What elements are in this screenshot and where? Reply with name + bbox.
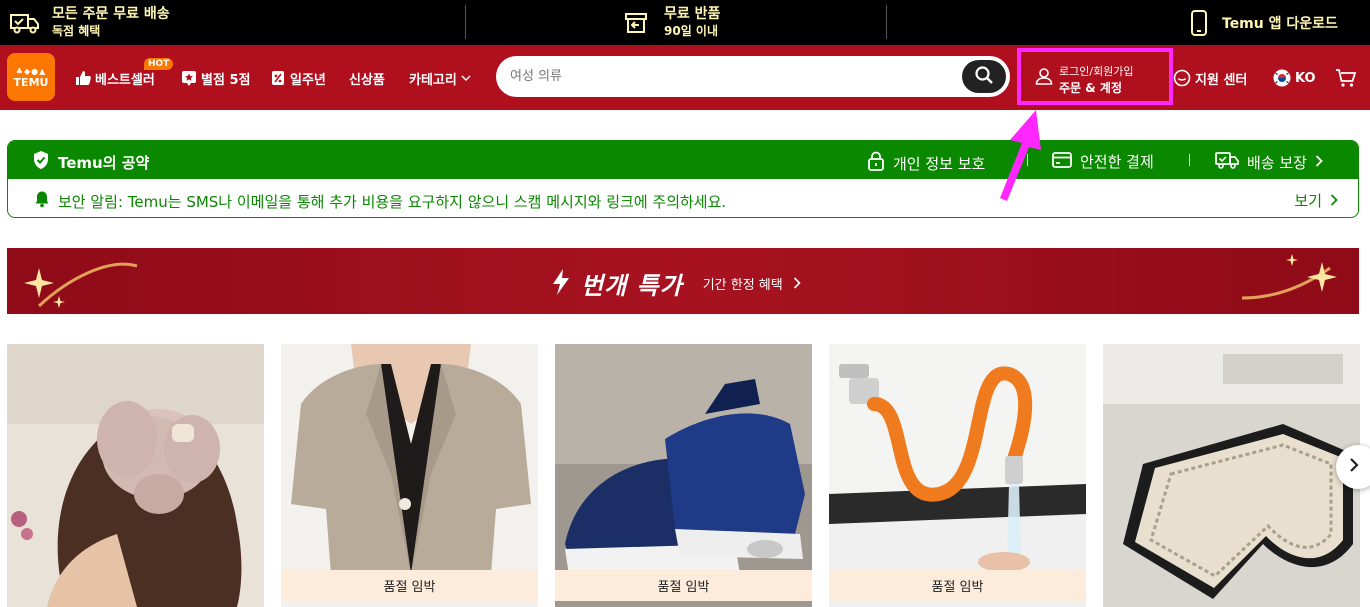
free-returns-title: 무료 반품 xyxy=(664,5,721,22)
search-bar xyxy=(496,56,1010,97)
chevron-right-icon xyxy=(1315,153,1323,171)
lock-icon xyxy=(867,151,885,175)
product-card-blazer[interactable]: 품절 임박 xyxy=(281,344,538,607)
nav-five-star[interactable]: 별점 5점 xyxy=(181,68,250,88)
temu-pledge-banner: Temu의 공약 개인 정보 보호 안전한 결제 배송 보장 보안 알림: Te… xyxy=(7,140,1359,218)
flash-deal-banner[interactable]: 번개 특가 기간 한정 혜택 xyxy=(7,248,1359,314)
product-card-faucet[interactable]: 품절 임박 xyxy=(829,344,1086,607)
orders-account-label: 주문 & 계정 xyxy=(1059,81,1122,95)
shield-check-icon xyxy=(32,150,50,174)
nav-categories[interactable]: 카테고리 xyxy=(409,68,471,88)
pledge-privacy[interactable]: 개인 정보 보호 xyxy=(867,151,985,175)
logo-text: TEMU xyxy=(13,76,49,89)
nav-anniversary[interactable]: 일주년 xyxy=(270,68,326,88)
promo-divider xyxy=(465,5,466,39)
language-selector[interactable]: KO xyxy=(1273,68,1316,88)
free-shipping-promo[interactable]: 모든 주문 무료 배송 독점 혜택 xyxy=(10,0,170,45)
hair-claw-clip-image xyxy=(7,344,264,607)
pledge-header: Temu의 공약 개인 정보 보호 안전한 결제 배송 보장 xyxy=(8,141,1358,179)
free-shipping-title: 모든 주문 무료 배송 xyxy=(52,5,170,22)
notice-view-link[interactable]: 보기 xyxy=(1294,190,1338,211)
product-card-kitchen-mat[interactable] xyxy=(1103,344,1360,607)
nav-support-center[interactable]: 지원 센터 xyxy=(1173,68,1247,88)
free-returns-subtitle: 90일 이내 xyxy=(664,23,718,38)
security-notice-text: 보안 알림: Temu는 SMS나 이메일을 통해 추가 비용을 요구하지 않으… xyxy=(58,192,727,211)
app-download-label: Temu 앱 다운로드 xyxy=(1222,15,1338,32)
thumbs-up-icon xyxy=(75,70,91,86)
truck-icon xyxy=(10,11,40,35)
security-notice-row: 보안 알림: Temu는 SMS나 이메일을 통해 추가 비용을 요구하지 않으… xyxy=(8,179,1358,217)
korea-flag-icon xyxy=(1273,69,1291,87)
nav-best-sellers[interactable]: 베스트셀러 xyxy=(75,68,155,88)
pledge-divider xyxy=(1027,154,1028,166)
user-icon xyxy=(1035,67,1053,89)
product-status-badge: 품절 임박 xyxy=(829,570,1086,601)
free-returns-promo[interactable]: 무료 반품 90일 이내 xyxy=(624,0,720,45)
kitchen-mat-image xyxy=(1103,344,1360,607)
sign-in-label: 로그인/회원가입 xyxy=(1059,65,1134,78)
cart-button[interactable] xyxy=(1335,68,1357,88)
percent-tag-icon xyxy=(270,70,286,86)
star-badge-icon xyxy=(181,70,197,86)
chevron-down-icon xyxy=(461,74,471,82)
search-icon xyxy=(974,65,994,89)
pledge-delivery-label: 배송 보장 xyxy=(1247,153,1307,172)
pledge-divider xyxy=(1189,154,1190,166)
temu-logo[interactable]: ♣◆●▲ TEMU xyxy=(7,53,55,101)
cart-icon xyxy=(1335,68,1357,88)
chevron-right-icon xyxy=(793,274,801,293)
nav-new-arrivals[interactable]: 신상품 xyxy=(349,68,385,88)
nav-new-arrivals-label: 신상품 xyxy=(349,72,385,88)
security-notice: 보안 알림: Temu는 SMS나 이메일을 통해 추가 비용을 요구하지 않으… xyxy=(34,190,726,212)
pledge-payment-label: 안전한 결제 xyxy=(1080,153,1154,171)
flash-deal-title: 번개 특가 xyxy=(581,272,683,300)
language-code: KO xyxy=(1295,70,1316,86)
free-shipping-subtitle: 독점 혜택 xyxy=(52,23,101,38)
nav-categories-label: 카테고리 xyxy=(409,72,457,88)
pledge-title-label: Temu의 공약 xyxy=(58,153,150,172)
product-status-badge: 품절 임박 xyxy=(555,570,812,601)
search-button[interactable] xyxy=(962,60,1006,93)
product-card-hair-clip[interactable] xyxy=(7,344,264,607)
faucet-extension-image xyxy=(829,344,1086,607)
lightning-icon xyxy=(551,268,571,300)
pledge-privacy-label: 개인 정보 보호 xyxy=(893,154,986,173)
bell-icon xyxy=(34,190,50,212)
nav-best-sellers-label: 베스트셀러 xyxy=(95,72,155,88)
pledge-title[interactable]: Temu의 공약 xyxy=(32,150,149,174)
hot-badge: HOT xyxy=(144,58,174,70)
product-card-sneakers[interactable]: 품절 임박 xyxy=(555,344,812,607)
sparkle-decoration-icon xyxy=(1241,254,1337,300)
blue-sneakers-image xyxy=(555,344,812,607)
search-input[interactable] xyxy=(510,64,950,89)
sparkle-decoration-icon xyxy=(24,262,138,308)
beige-blazer-image xyxy=(281,344,538,607)
nav-anniversary-label: 일주년 xyxy=(290,72,326,88)
flash-deal-heading: 번개 특가 기간 한정 혜택 xyxy=(551,266,801,301)
chevron-right-icon xyxy=(1330,192,1338,210)
nav-support-center-label: 지원 센터 xyxy=(1195,72,1248,88)
pledge-delivery[interactable]: 배송 보장 xyxy=(1215,151,1323,173)
return-box-icon xyxy=(624,12,648,34)
app-download-promo[interactable]: Temu 앱 다운로드 xyxy=(1190,0,1338,45)
chat-support-icon xyxy=(1173,69,1191,87)
nav-five-star-label: 별점 5점 xyxy=(201,72,251,88)
pledge-payment[interactable]: 안전한 결제 xyxy=(1052,151,1154,172)
account-menu[interactable]: 로그인/회원가입 주문 & 계정 xyxy=(1017,48,1173,105)
notice-view-label: 보기 xyxy=(1294,192,1322,210)
delivery-truck-icon xyxy=(1215,151,1239,173)
promo-bar: 모든 주문 무료 배송 독점 혜택 무료 반품 90일 이내 Temu 앱 다운… xyxy=(0,0,1370,45)
chevron-right-icon xyxy=(1349,457,1359,477)
credit-card-icon xyxy=(1052,151,1072,172)
flash-deal-subtitle: 기간 한정 혜택 xyxy=(702,278,783,293)
product-status-badge: 품절 임박 xyxy=(281,570,538,601)
promo-divider xyxy=(886,5,887,39)
phone-icon xyxy=(1190,9,1208,36)
